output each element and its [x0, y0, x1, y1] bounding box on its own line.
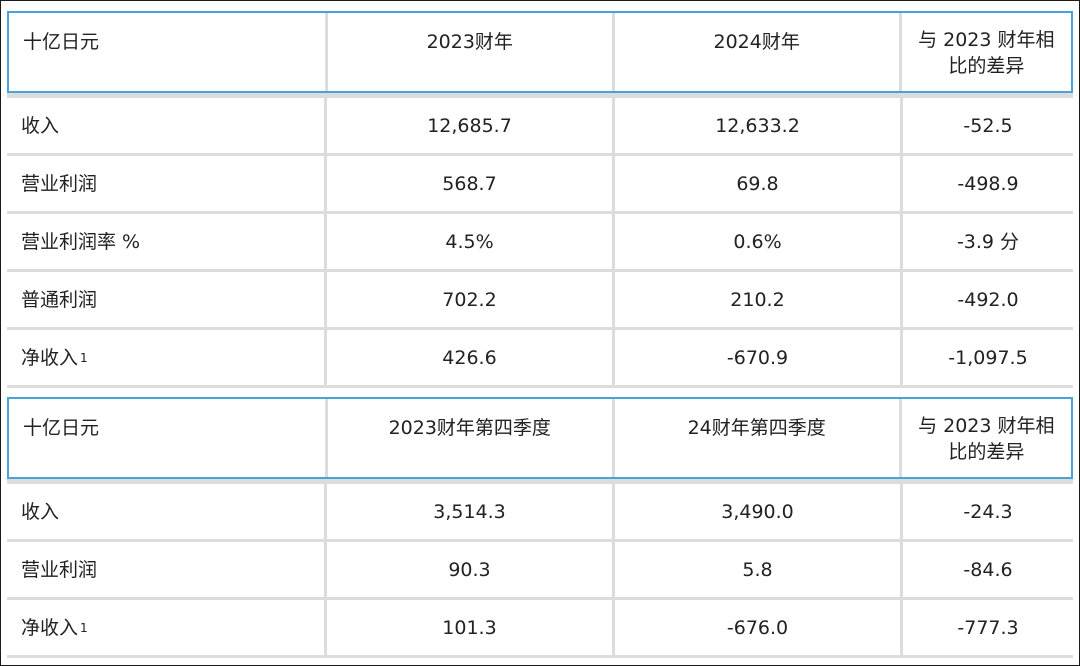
annual-table-header: 十亿日元 2023财年 2024财年 与 2023 财年相比的差异: [7, 11, 1073, 93]
value-fy2023-q4: 90.3: [327, 542, 615, 600]
header-fy2023: 2023财年: [327, 13, 615, 91]
row-label: 营业利润率 %: [7, 214, 327, 272]
value-difference: -492.0: [903, 272, 1073, 330]
header-difference: 与 2023 财年相比的差异: [901, 399, 1071, 477]
value-fy2023: 568.7: [327, 156, 615, 214]
value-fy2023: 12,685.7: [327, 98, 615, 156]
table-row: 营业利润 568.7 69.8 -498.9: [7, 156, 1073, 214]
value-fy2023-q4: 101.3: [327, 600, 615, 658]
value-fy24-q4: -676.0: [615, 600, 903, 658]
value-fy2024: -670.9: [615, 330, 903, 388]
row-label-text: 净收入: [21, 616, 79, 639]
value-difference: -3.9 分: [903, 214, 1073, 272]
row-label-text: 收入: [21, 500, 60, 523]
value-fy2023-q4: 3,514.3: [327, 484, 615, 542]
row-label: 收入: [7, 484, 327, 542]
row-label-text: 净收入: [21, 346, 79, 369]
value-difference: -24.3: [903, 484, 1073, 542]
header-difference: 与 2023 财年相比的差异: [901, 13, 1071, 91]
value-difference: -498.9: [903, 156, 1073, 214]
value-fy2024: 0.6%: [615, 214, 903, 272]
table-row: 收入 3,514.3 3,490.0 -24.3: [7, 484, 1073, 542]
table-row: 收入 12,685.7 12,633.2 -52.5: [7, 98, 1073, 156]
value-difference: -84.6: [903, 542, 1073, 600]
table-row: 净收入 1 101.3 -676.0 -777.3: [7, 600, 1073, 658]
value-fy2023: 4.5%: [327, 214, 615, 272]
value-fy2024: 69.8: [615, 156, 903, 214]
table-row: 营业利润 90.3 5.8 -84.6: [7, 542, 1073, 600]
row-label: 营业利润: [7, 156, 327, 214]
row-label: 收入: [7, 98, 327, 156]
value-difference: -1,097.5: [903, 330, 1073, 388]
value-fy2023: 702.2: [327, 272, 615, 330]
row-label-text: 营业利润率 %: [21, 230, 141, 253]
value-fy2024: 210.2: [615, 272, 903, 330]
table-row: 普通利润 702.2 210.2 -492.0: [7, 272, 1073, 330]
table-row: 净收入 1 426.6 -670.9 -1,097.5: [7, 330, 1073, 388]
header-unit: 十亿日元: [9, 13, 328, 91]
q4-table-header: 十亿日元 2023财年第四季度 24财年第四季度 与 2023 财年相比的差异: [7, 397, 1073, 479]
row-label-text: 营业利润: [21, 172, 98, 195]
table-row: 营业利润率 % 4.5% 0.6% -3.9 分: [7, 214, 1073, 272]
row-label-text: 收入: [21, 114, 60, 137]
row-label: 营业利润: [7, 542, 327, 600]
header-fy24-q4: 24财年第四季度: [614, 399, 902, 477]
value-fy24-q4: 5.8: [615, 542, 903, 600]
value-difference: -777.3: [903, 600, 1073, 658]
q4-results-table: 十亿日元 2023财年第四季度 24财年第四季度 与 2023 财年相比的差异 …: [7, 397, 1073, 658]
row-label-text: 营业利润: [21, 558, 98, 581]
value-fy24-q4: 3,490.0: [615, 484, 903, 542]
row-label: 净收入 1: [7, 600, 327, 658]
annual-results-table: 十亿日元 2023财年 2024财年 与 2023 财年相比的差异 收入 12,…: [7, 11, 1073, 388]
value-difference: -52.5: [903, 98, 1073, 156]
header-fy2023-q4: 2023财年第四季度: [327, 399, 615, 477]
value-fy2023: 426.6: [327, 330, 615, 388]
row-label: 普通利润: [7, 272, 327, 330]
header-unit: 十亿日元: [9, 399, 328, 477]
header-fy2024: 2024财年: [614, 13, 902, 91]
row-label-text: 普通利润: [21, 288, 98, 311]
row-label: 净收入 1: [7, 330, 327, 388]
screenshot-frame: 十亿日元 2023财年 2024财年 与 2023 财年相比的差异 收入 12,…: [0, 0, 1080, 666]
value-fy2024: 12,633.2: [615, 98, 903, 156]
